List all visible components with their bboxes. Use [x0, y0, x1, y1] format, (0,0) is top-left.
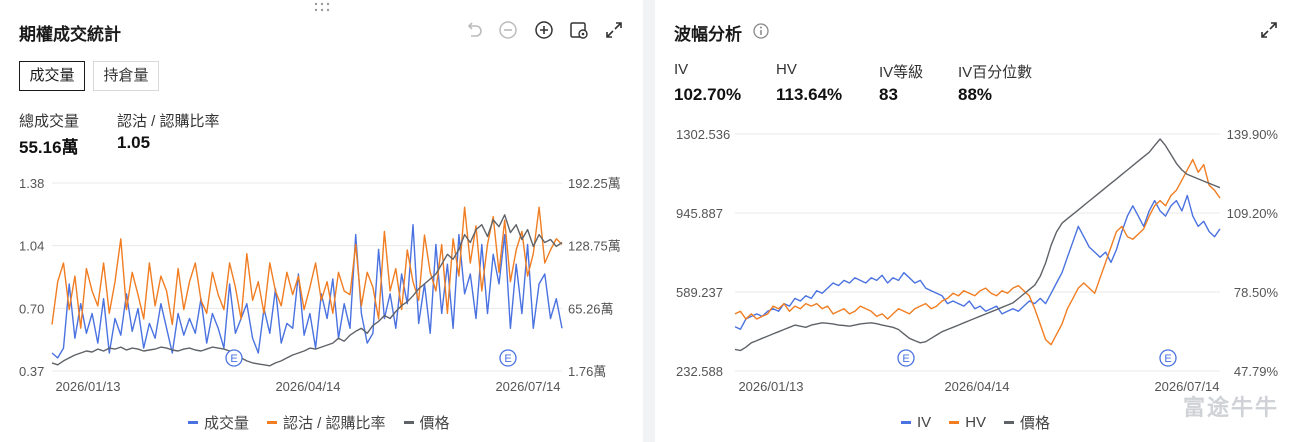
series-line	[734, 194, 1221, 330]
series-line	[51, 223, 563, 359]
x-tick-label: 2026/04/14	[944, 379, 1009, 394]
y-right-tick-label: 139.90%	[1227, 127, 1279, 142]
series-line	[734, 138, 1221, 352]
y-left-tick-label: 1.04	[19, 239, 44, 254]
chart-legend: IV HV 價格	[901, 412, 1050, 433]
y-right-tick-label: 65.26萬	[568, 301, 614, 316]
legend-swatch	[1004, 421, 1015, 424]
x-tick-label: 2026/01/13	[738, 379, 803, 394]
watermark: 富途牛牛	[1182, 395, 1279, 420]
y-right-tick-label: 109.20%	[1227, 206, 1279, 221]
y-left-tick-label: 0.70	[19, 301, 44, 316]
y-left-tick-label: 1302.536	[676, 127, 730, 142]
legend-item-put-call-ratio[interactable]: 認沽 / 認購比率	[267, 412, 386, 433]
legend-label: 價格	[419, 415, 450, 432]
event-marker-label: E	[230, 353, 237, 365]
x-tick-label: 2026/07/14	[495, 379, 560, 394]
volatility-panel: 波幅分析 IV 102.70% HV 113.64% IV等級 83 IV百分位…	[655, 0, 1293, 442]
event-marker-label: E	[902, 353, 909, 365]
option-volume-panel: 期權成交統計 成交量 持倉量 總成交量 55.16萬 認沽 / 認購比率 1.0…	[0, 0, 643, 442]
legend-item-price[interactable]: 價格	[1004, 412, 1050, 433]
legend-item-volume[interactable]: 成交量	[188, 412, 249, 433]
legend-swatch	[267, 421, 278, 424]
legend-swatch	[403, 421, 414, 424]
chart-legend: 成交量 認沽 / 認購比率 價格	[188, 412, 450, 433]
event-marker-label: E	[504, 353, 511, 365]
y-right-tick-label: 47.79%	[1234, 364, 1279, 379]
y-right-tick-label: 78.50%	[1234, 285, 1279, 300]
legend-label: HV	[965, 414, 987, 431]
y-left-tick-label: 945.887	[676, 206, 723, 221]
legend-label: 價格	[1020, 415, 1051, 432]
legend-label: 成交量	[204, 415, 250, 432]
legend-label: IV	[917, 414, 932, 431]
y-right-tick-label: 1.76萬	[568, 364, 606, 379]
legend-swatch	[901, 421, 911, 424]
volatility-chart[interactable]: 1302.536 139.90% 945.887 109.20% 589.237 78.5…	[655, 0, 1293, 400]
legend-swatch	[188, 421, 198, 424]
y-left-tick-label: 0.37	[19, 364, 44, 379]
y-left-tick-label: 232.588	[676, 364, 723, 379]
y-right-tick-label: 192.25萬	[568, 176, 621, 191]
legend-swatch	[949, 421, 960, 424]
volume-chart[interactable]: 1.38 192.25萬 1.04 128.75萬 0.70 65.26萬 0.37 1.76…	[0, 0, 643, 400]
legend-item-hv[interactable]: HV	[949, 412, 986, 433]
legend-label: 認沽 / 認購比率	[283, 415, 386, 432]
x-tick-label: 2026/01/13	[55, 379, 120, 394]
x-tick-label: 2026/04/14	[275, 379, 340, 394]
legend-item-iv[interactable]: IV	[901, 412, 931, 433]
legend-item-price[interactable]: 價格	[403, 412, 450, 433]
event-marker-label: E	[1164, 353, 1171, 365]
y-left-tick-label: 589.237	[676, 285, 723, 300]
y-left-tick-label: 1.38	[19, 176, 44, 191]
y-right-tick-label: 128.75萬	[568, 239, 621, 254]
